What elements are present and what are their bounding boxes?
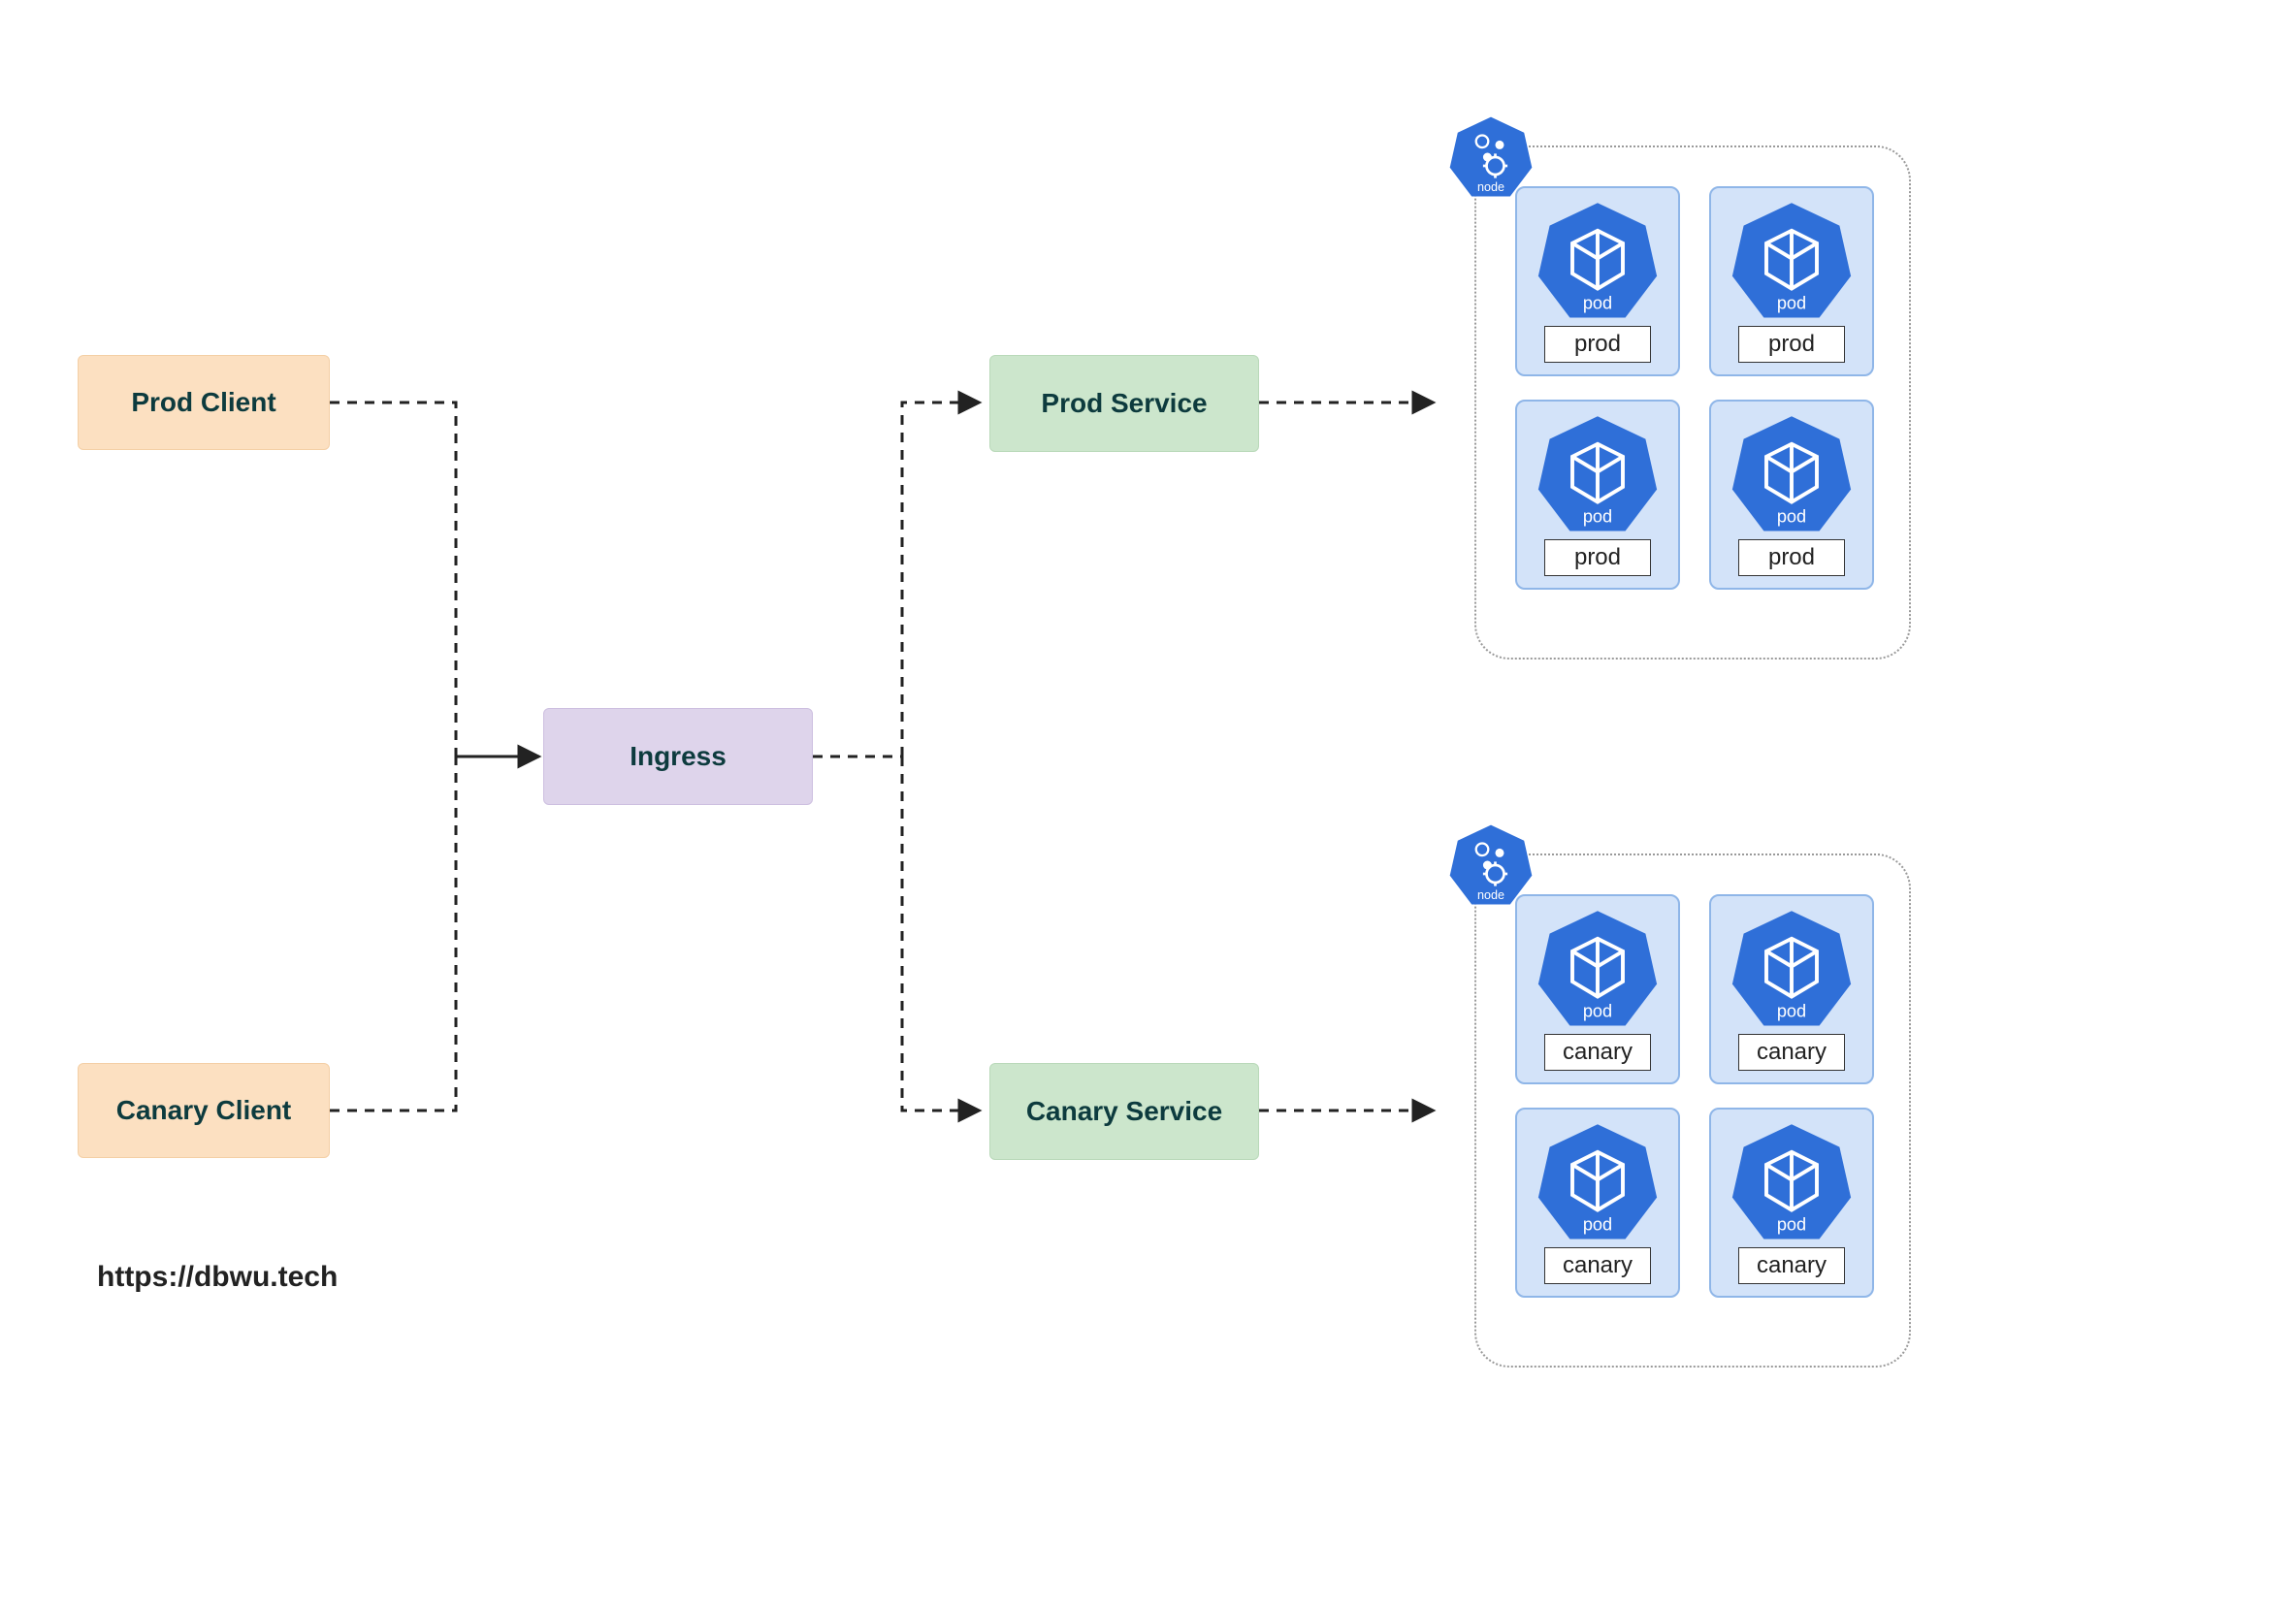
pod-label: prod bbox=[1544, 326, 1651, 363]
prod-pod: prod bbox=[1515, 186, 1680, 376]
pod-label: canary bbox=[1544, 1034, 1651, 1071]
prod-service-label: Prod Service bbox=[1041, 388, 1207, 419]
pod-icon bbox=[1535, 198, 1661, 324]
prod-service-box: Prod Service bbox=[989, 355, 1259, 452]
pod-label: prod bbox=[1544, 539, 1651, 576]
prod-client-label: Prod Client bbox=[131, 387, 275, 418]
prod-node-cluster: prod prod prod prod bbox=[1474, 145, 1911, 660]
pod-label: canary bbox=[1738, 1247, 1845, 1284]
canary-node-cluster: canary canary canary canary bbox=[1474, 853, 1911, 1368]
credit-url: https://dbwu.tech bbox=[97, 1261, 338, 1294]
pod-icon bbox=[1535, 906, 1661, 1032]
pod-label: canary bbox=[1544, 1247, 1651, 1284]
canary-pod: canary bbox=[1709, 894, 1874, 1084]
pod-label: prod bbox=[1738, 539, 1845, 576]
canary-client-label: Canary Client bbox=[116, 1095, 292, 1126]
pod-label: canary bbox=[1738, 1034, 1845, 1071]
pod-icon bbox=[1535, 1119, 1661, 1245]
canary-pod: canary bbox=[1515, 894, 1680, 1084]
ingress-box: Ingress bbox=[543, 708, 813, 805]
prod-pod: prod bbox=[1709, 400, 1874, 590]
prod-client-box: Prod Client bbox=[78, 355, 330, 450]
pod-label: prod bbox=[1738, 326, 1845, 363]
prod-pod: prod bbox=[1709, 186, 1874, 376]
pod-icon bbox=[1729, 411, 1855, 537]
canary-pod: canary bbox=[1515, 1108, 1680, 1298]
canary-client-box: Canary Client bbox=[78, 1063, 330, 1158]
prod-pod: prod bbox=[1515, 400, 1680, 590]
canary-service-box: Canary Service bbox=[989, 1063, 1259, 1160]
pod-icon bbox=[1729, 1119, 1855, 1245]
canary-pod: canary bbox=[1709, 1108, 1874, 1298]
pod-icon bbox=[1729, 906, 1855, 1032]
pod-icon bbox=[1729, 198, 1855, 324]
connectors bbox=[0, 0, 2296, 1610]
pod-icon bbox=[1535, 411, 1661, 537]
canary-service-label: Canary Service bbox=[1026, 1096, 1222, 1127]
ingress-label: Ingress bbox=[630, 741, 727, 772]
